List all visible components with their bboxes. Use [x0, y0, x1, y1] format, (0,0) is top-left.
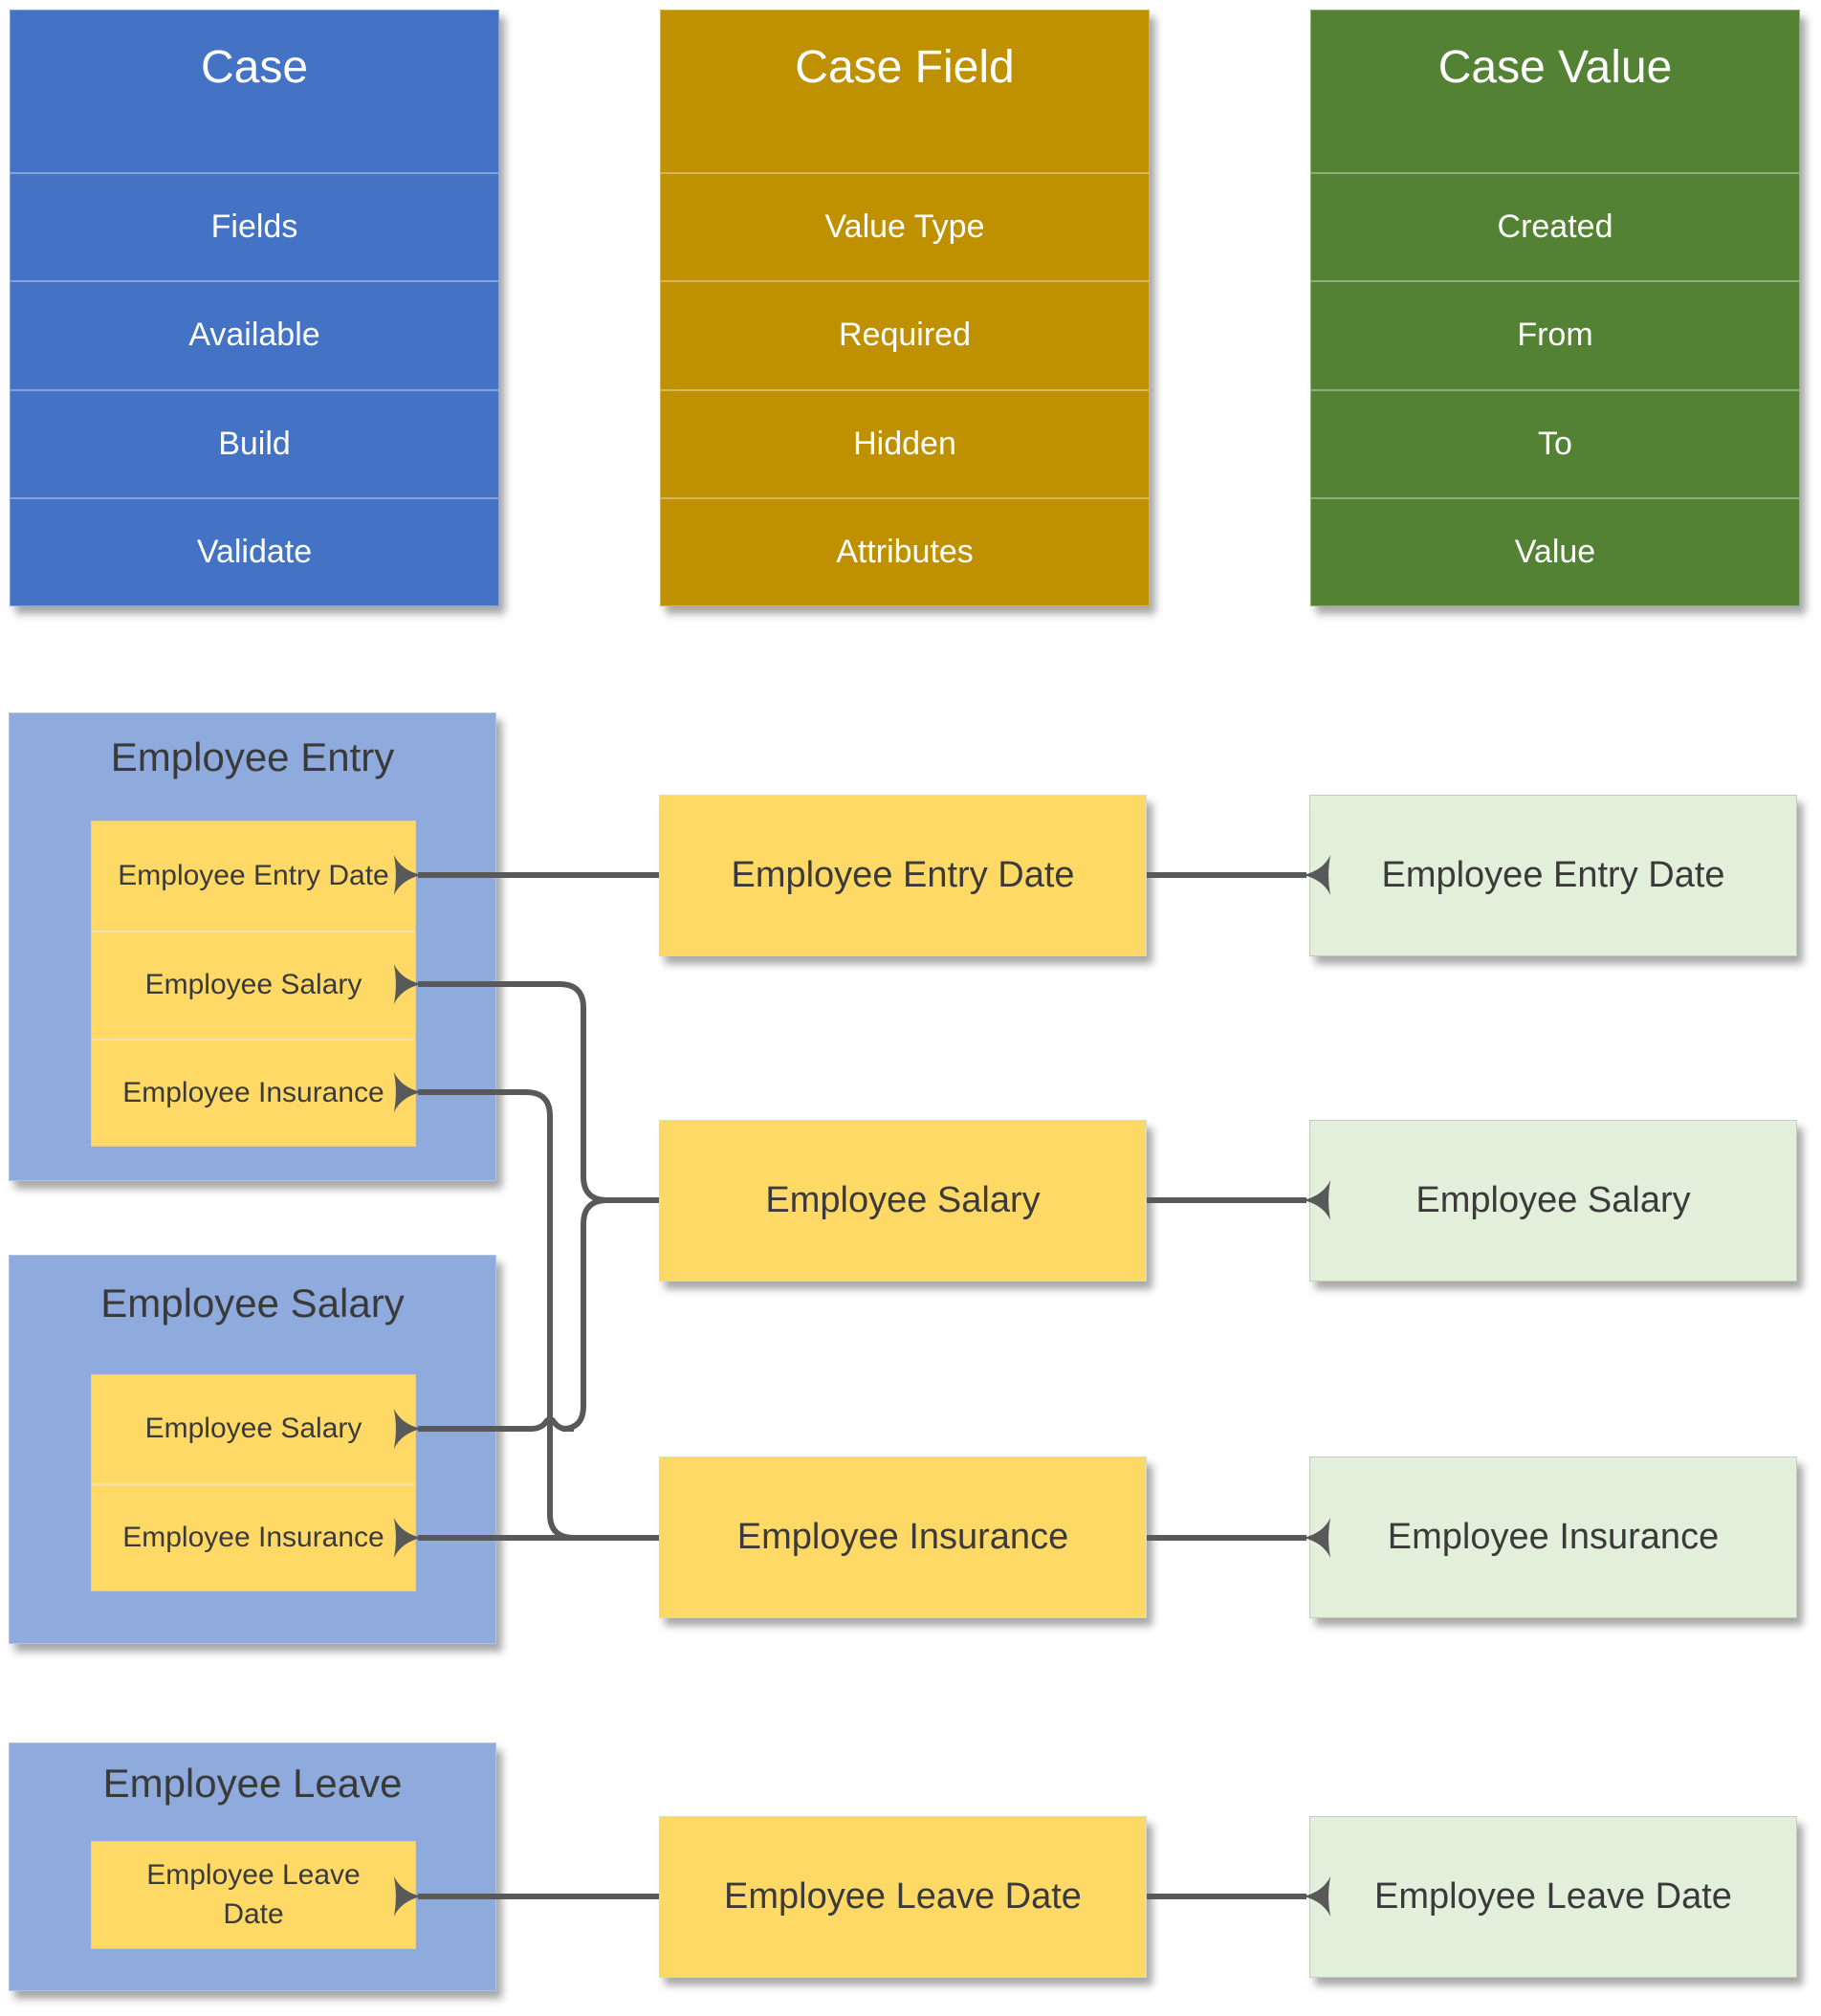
case-value-entity-table: Case Value Created From To Value	[1310, 10, 1800, 606]
case-field-entity-title: Case Field	[795, 42, 1015, 93]
case-entity-row: Available	[11, 280, 498, 388]
case-field-entity-row: Required	[661, 280, 1149, 388]
case-field-entity-row: Hidden	[661, 388, 1149, 497]
case-field-entity-row: Attributes	[661, 496, 1149, 605]
case-field-box: Employee Insurance	[659, 1457, 1147, 1618]
case-value-entity-row: From	[1311, 280, 1799, 388]
case-entity-title: Case	[200, 42, 309, 93]
case-field-list: Employee Leave Date	[91, 1841, 416, 1949]
case-field-item: Employee Insurance	[92, 1039, 415, 1146]
case-title: Employee Salary	[100, 1281, 405, 1326]
case-field-item: Employee Salary	[92, 931, 415, 1039]
case-value-box: Employee Insurance	[1309, 1457, 1797, 1618]
case-field-list: Employee Salary Employee Insurance	[91, 1374, 416, 1591]
case-entity-table: Case Fields Available Build Validate	[10, 10, 499, 606]
case-field-item: Employee Leave Date	[146, 1859, 361, 1930]
case-field-list: Employee Entry Date Employee Salary Empl…	[91, 821, 416, 1147]
case-value-entity-title: Case Value	[1437, 42, 1673, 93]
case-employee-leave: Employee Leave Employee Leave Date	[9, 1742, 496, 1991]
case-field-box: Employee Leave Date	[659, 1816, 1147, 1978]
case-value-box: Employee Salary	[1309, 1120, 1797, 1282]
case-value-entity-row: To	[1311, 388, 1799, 497]
case-field-entity-row: Value Type	[661, 172, 1149, 280]
case-value-entity-row: Created	[1311, 172, 1799, 280]
case-title: Employee Leave	[102, 1761, 403, 1806]
case-entity-row: Fields	[11, 172, 498, 280]
case-field-item: Employee Entry Date	[118, 859, 389, 891]
case-field-item: Employee Insurance	[92, 1483, 415, 1590]
case-field-item: Employee Salary	[144, 1413, 362, 1445]
case-value-box: Employee Entry Date	[1309, 795, 1797, 956]
case-field-box: Employee Salary	[659, 1120, 1147, 1282]
case-value-entity-row: Value	[1311, 496, 1799, 605]
case-entity-row: Build	[11, 388, 498, 497]
case-employee-entry: Employee Entry Employee Entry Date Emplo…	[9, 712, 496, 1181]
case-value-box: Employee Leave Date	[1309, 1816, 1797, 1978]
case-field-box: Employee Entry Date	[659, 795, 1147, 956]
case-field-entity-table: Case Field Value Type Required Hidden At…	[660, 10, 1150, 606]
case-title: Employee Entry	[110, 734, 395, 779]
case-entity-row: Validate	[11, 496, 498, 605]
case-employee-salary: Employee Salary Employee Salary Employee…	[9, 1255, 496, 1644]
